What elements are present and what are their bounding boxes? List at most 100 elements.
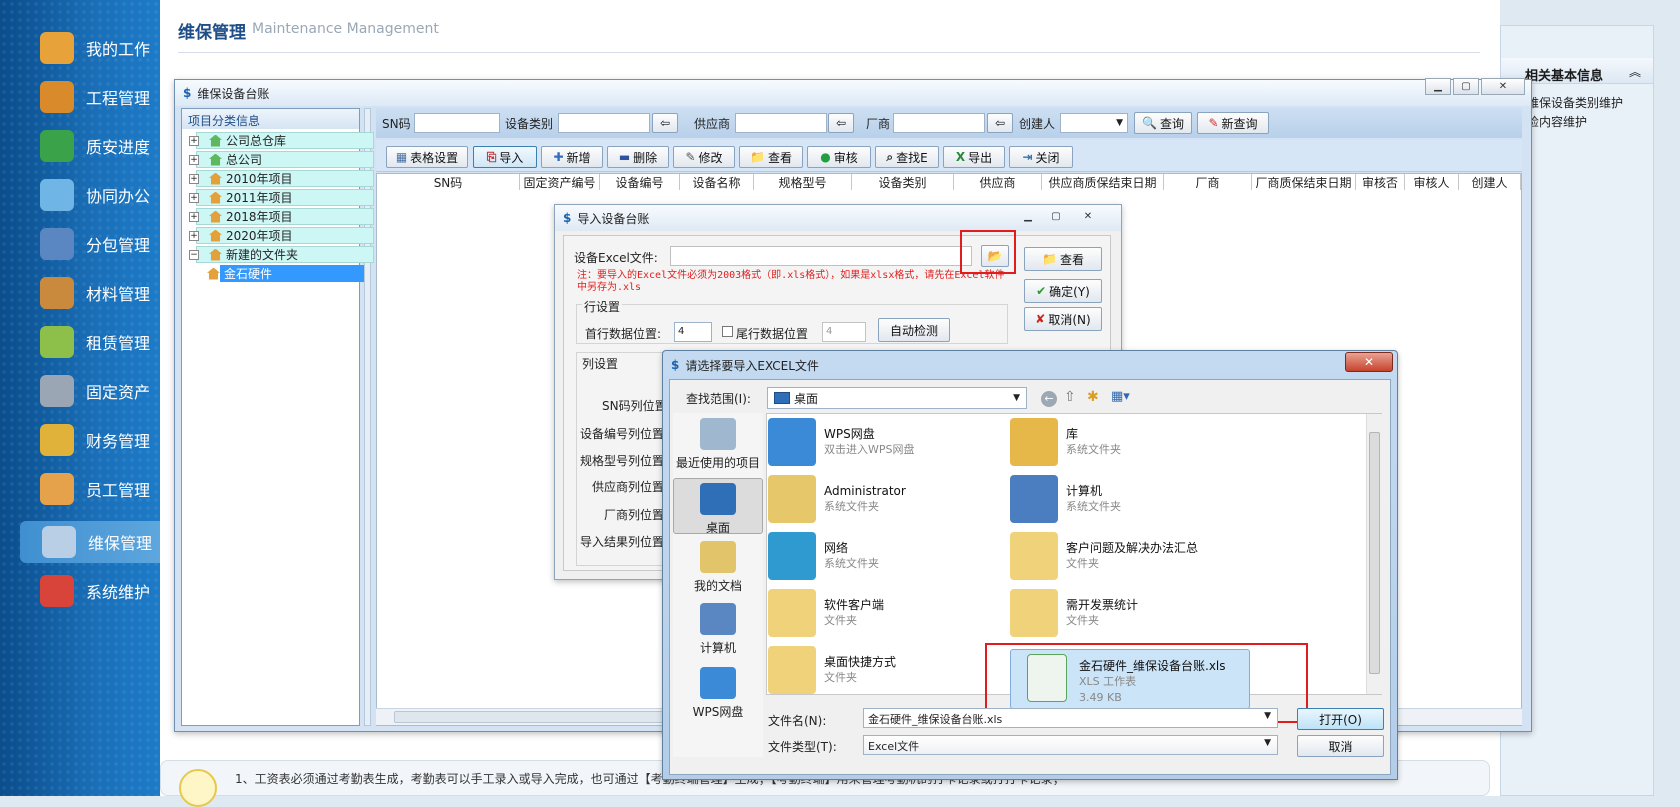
- filename-input[interactable]: 金石硬件_维保设备台账.xls ▼: [863, 708, 1278, 728]
- file-item[interactable]: 库系统文件夹: [1010, 418, 1260, 472]
- column-header[interactable]: 设备类别: [852, 174, 954, 190]
- place-0[interactable]: 最近使用的项目: [673, 418, 763, 471]
- sidebar-item-8[interactable]: 财务管理: [18, 419, 160, 461]
- tree-node[interactable]: +2011年项目: [189, 189, 374, 206]
- sidebar-item-4[interactable]: 分包管理: [18, 223, 160, 265]
- new-query-button[interactable]: ✎ 新查询: [1197, 112, 1269, 134]
- column-header[interactable]: 审核否: [1356, 174, 1405, 190]
- file-item[interactable]: 软件客户端 文件夹: [768, 589, 1018, 643]
- new-folder-icon[interactable]: ✱: [1087, 389, 1099, 405]
- sidebar-item-3[interactable]: 协同办公: [18, 174, 160, 216]
- sidebar-item-2[interactable]: 质安进度: [18, 125, 160, 167]
- last-row-checkbox[interactable]: [722, 326, 733, 337]
- type-input[interactable]: [558, 113, 650, 133]
- sidebar-item-9[interactable]: 员工管理: [18, 468, 160, 510]
- creator-select[interactable]: ▼: [1060, 113, 1128, 133]
- close-button[interactable]: ✕: [1075, 208, 1101, 225]
- expand-icon[interactable]: +: [189, 211, 199, 222]
- file-item[interactable]: Administrator 系统文件夹: [768, 475, 1018, 529]
- close-button[interactable]: ✕: [1481, 78, 1525, 95]
- sidebar-item-0[interactable]: 我的工作: [18, 27, 160, 69]
- file-item[interactable]: WPS网盘 双击进入WPS网盘: [768, 418, 1018, 472]
- column-header[interactable]: 设备名称: [680, 174, 754, 190]
- sidebar-item-6[interactable]: 租赁管理: [18, 321, 160, 363]
- minimize-button[interactable]: ▁: [1015, 208, 1041, 225]
- toolbar-button-3[interactable]: ▬ 删除: [607, 146, 669, 168]
- supplier-input[interactable]: [735, 113, 827, 133]
- tree-node[interactable]: 金石硬件: [207, 265, 364, 282]
- toolbar-button-5[interactable]: 📁 查看: [739, 146, 803, 168]
- sn-input[interactable]: [414, 113, 500, 133]
- tree-node[interactable]: + 公司总仓库: [189, 132, 374, 149]
- column-header[interactable]: 规格型号: [754, 174, 852, 190]
- supplier-picker-button[interactable]: ⇦: [828, 113, 854, 133]
- collapse-icon[interactable]: ︽: [1629, 63, 1641, 80]
- tree-node[interactable]: +2020年项目: [189, 227, 374, 244]
- right-link-category[interactable]: 维保设备类别维护: [1527, 94, 1623, 111]
- expand-icon[interactable]: +: [189, 154, 199, 165]
- open-button[interactable]: 打开(O): [1297, 708, 1384, 730]
- column-header[interactable]: SN码: [377, 174, 520, 190]
- ok-button[interactable]: ✔ 确定(Y): [1024, 279, 1102, 303]
- place-3[interactable]: 计算机: [673, 603, 763, 656]
- column-header[interactable]: 审核人: [1405, 174, 1459, 190]
- up-folder-icon[interactable]: ⇧: [1064, 389, 1076, 405]
- file-item[interactable]: 网络 系统文件夹: [768, 532, 1018, 586]
- lookin-select[interactable]: 桌面 ▼: [767, 387, 1027, 409]
- auto-detect-button[interactable]: 自动检测: [878, 318, 950, 342]
- expand-icon[interactable]: +: [189, 192, 199, 203]
- sidebar-item-11[interactable]: 系统维护: [18, 570, 160, 612]
- excel-file-input[interactable]: [670, 246, 972, 266]
- view-menu-icon[interactable]: ▦▾: [1111, 389, 1130, 404]
- toolbar-button-9[interactable]: ⇥ 关闭: [1009, 146, 1073, 168]
- expand-icon[interactable]: +: [189, 173, 199, 184]
- sidebar-item-7[interactable]: 固定资产: [18, 370, 160, 412]
- right-link-check[interactable]: 检内容维护: [1527, 113, 1587, 130]
- maximize-button[interactable]: ▢: [1453, 78, 1479, 95]
- tree-node[interactable]: +2018年项目: [189, 208, 374, 225]
- expand-icon[interactable]: +: [189, 135, 199, 146]
- toolbar-button-1[interactable]: ⎘ 导入: [473, 146, 537, 168]
- column-header[interactable]: 供应商质保结束日期: [1042, 174, 1164, 190]
- place-2[interactable]: 我的文档: [673, 541, 763, 594]
- close-button[interactable]: ✕: [1345, 352, 1393, 372]
- toolbar-button-8[interactable]: X 导出: [943, 146, 1005, 168]
- sidebar-item-5[interactable]: 材料管理: [18, 272, 160, 314]
- tree-node[interactable]: + 总公司: [189, 151, 374, 168]
- expand-icon[interactable]: +: [189, 230, 199, 241]
- sidebar-item-10[interactable]: 维保管理: [20, 521, 160, 563]
- maximize-button[interactable]: ▢: [1043, 208, 1069, 225]
- toolbar-button-0[interactable]: ▦ 表格设置: [386, 146, 468, 168]
- toolbar-button-7[interactable]: ⌕ 查找E: [875, 146, 939, 168]
- column-header[interactable]: 供应商: [954, 174, 1042, 190]
- cancel-button[interactable]: ✘ 取消(N): [1024, 307, 1102, 331]
- tree-node[interactable]: − 新建的文件夹: [189, 246, 374, 263]
- first-row-spinner[interactable]: 4: [674, 322, 712, 342]
- query-button[interactable]: 🔍 查询: [1134, 112, 1192, 134]
- file-item[interactable]: 计算机 系统文件夹: [1010, 475, 1260, 529]
- maker-input[interactable]: [893, 113, 985, 133]
- toolbar-button-6[interactable]: ● 审核: [807, 146, 871, 168]
- filetype-select[interactable]: Excel文件 ▼: [863, 735, 1278, 755]
- column-header[interactable]: 设备编号: [600, 174, 680, 190]
- dialog-cancel-button[interactable]: 取消: [1297, 735, 1384, 757]
- type-picker-button[interactable]: ⇦: [652, 113, 678, 133]
- file-list-scrollbar[interactable]: [1366, 414, 1382, 694]
- tree-node[interactable]: +2010年项目: [189, 170, 374, 187]
- column-header[interactable]: 厂商质保结束日期: [1252, 174, 1356, 190]
- file-item[interactable]: 客户问题及解决办法汇总 文件夹: [1010, 532, 1260, 586]
- column-header[interactable]: 厂商: [1164, 174, 1252, 190]
- expand-icon[interactable]: −: [189, 249, 199, 260]
- column-header[interactable]: 创建人: [1459, 174, 1521, 190]
- sidebar-item-1[interactable]: 工程管理: [18, 76, 160, 118]
- back-icon[interactable]: ←: [1041, 391, 1057, 407]
- file-item[interactable]: 桌面快捷方式 文件夹: [768, 646, 1018, 700]
- toolbar-button-4[interactable]: ✎ 修改: [673, 146, 735, 168]
- column-header[interactable]: 固定资产编号: [520, 174, 600, 190]
- minimize-button[interactable]: ▁: [1425, 78, 1451, 95]
- last-row-spinner[interactable]: 4: [822, 322, 866, 342]
- view-button[interactable]: 📁 查看: [1024, 247, 1102, 271]
- place-4[interactable]: WPS网盘: [673, 667, 763, 720]
- place-1[interactable]: 桌面: [673, 478, 763, 535]
- maker-picker-button[interactable]: ⇦: [987, 113, 1013, 133]
